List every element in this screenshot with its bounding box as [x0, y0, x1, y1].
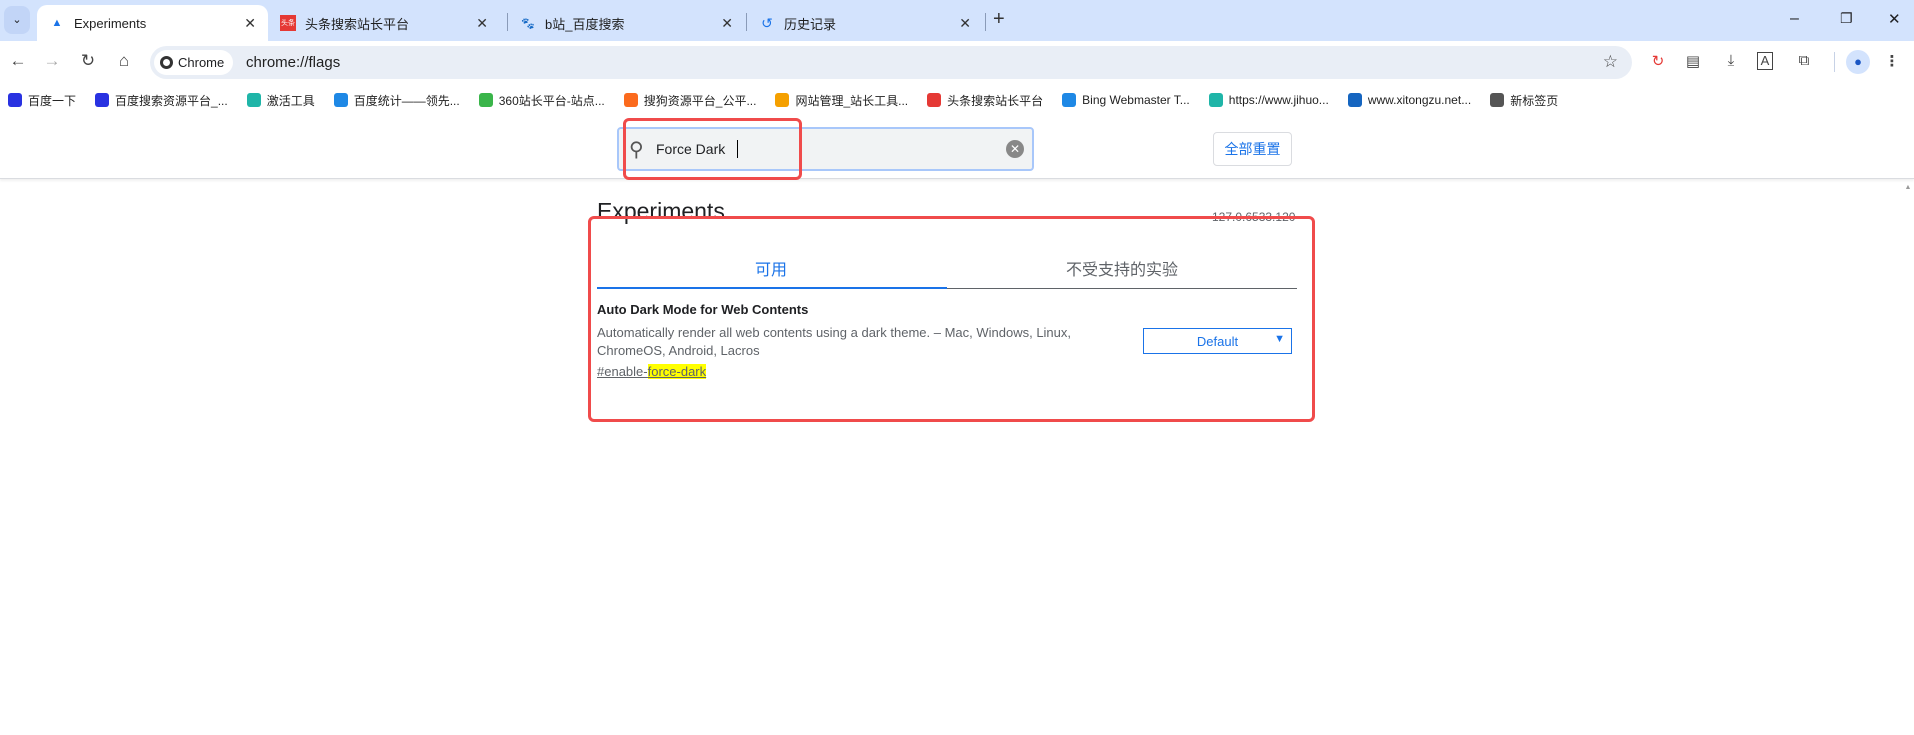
flag-permalink[interactable]: #enable-force-dark [597, 364, 707, 379]
highlight-box-search [623, 118, 802, 180]
url-text[interactable]: chrome://flags [246, 54, 340, 71]
site-info-chip[interactable]: Chrome [154, 50, 234, 75]
menu-icon[interactable]: ⋮ [1882, 52, 1902, 70]
reload-button[interactable]: ↻ [76, 51, 100, 71]
baidu-paw-icon: 🐾 [521, 17, 535, 30]
tab-title: 头条搜索站长平台 [305, 16, 410, 32]
new-tab-button[interactable]: + [993, 8, 1005, 31]
forward-button[interactable]: → [40, 51, 64, 71]
bookmark-label: 网站管理_站长工具... [795, 93, 909, 108]
tab-title: b站_百度搜索 [545, 16, 625, 32]
back-button[interactable]: ← [6, 51, 30, 71]
chevron-down-icon: ▼ [1274, 333, 1285, 345]
bookmark-item[interactable]: 360站长平台-站点... [478, 92, 605, 109]
translate-icon[interactable]: A [1757, 52, 1773, 70]
flask-icon: ▲ [51, 17, 63, 29]
reset-all-button[interactable]: 全部重置 [1213, 132, 1292, 166]
bookmark-item[interactable]: Bing Webmaster T... [1062, 93, 1190, 107]
bookmark-favicon-icon [1347, 93, 1362, 107]
minimize-button[interactable]: – [1790, 10, 1799, 28]
tab-experiments[interactable]: ▲ Experiments ✕ [37, 5, 268, 41]
bookmark-item[interactable]: 头条搜索站长平台 [927, 92, 1043, 109]
chip-label: Chrome [178, 55, 225, 70]
bookmarks-bar: 百度一下 百度搜索资源平台_... 激活工具 百度统计——领先... 360站长平台-站… [0, 85, 1914, 115]
bookmark-item[interactable]: 搜狗资源平台_公平... [623, 92, 757, 109]
bookmark-favicon-icon [1062, 93, 1077, 107]
tab-toutiao[interactable]: 头条 头条搜索站长平台 ✕ [268, 5, 500, 41]
bookmark-label: https://www.jihuo... [1228, 93, 1329, 107]
bookmark-star-icon[interactable]: ☆ [1603, 52, 1618, 72]
extensions-icon[interactable]: ⧉ [1794, 52, 1814, 69]
bookmark-favicon-icon [1490, 93, 1505, 107]
link-match-highlight: force-dark [647, 364, 707, 379]
bookmark-favicon-icon [1208, 93, 1223, 107]
bookmark-item[interactable]: 百度搜索资源平台_... [95, 92, 228, 109]
flag-description: Automatically render all web contents us… [597, 325, 1072, 358]
bookmark-label: www.xitongzu.net... [1367, 93, 1472, 107]
history-icon: ↺ [761, 14, 773, 31]
bookmark-favicon-icon [623, 93, 638, 107]
bookmark-label: 百度一下 [28, 93, 77, 108]
bookmark-item[interactable]: https://www.jihuo... [1208, 93, 1329, 107]
clear-search-icon[interactable]: ✕ [1006, 140, 1024, 158]
scrollbar[interactable]: ▲ [1902, 180, 1914, 735]
flag-state-select[interactable]: Default ▼ [1143, 328, 1292, 354]
bookmark-favicon-icon [775, 93, 790, 107]
flag-title: Auto Dark Mode for Web Contents [597, 302, 809, 317]
tab-title: Experiments [74, 15, 147, 31]
tab-baidu[interactable]: 🐾 b站_百度搜索 ✕ [508, 5, 745, 41]
download-icon[interactable]: ⤓ [1721, 52, 1741, 69]
bookmark-label: 搜狗资源平台_公平... [643, 93, 757, 108]
close-tab-icon[interactable]: ✕ [721, 15, 733, 32]
bookmark-label: 新标签页 [1510, 93, 1559, 108]
bookmark-label: 头条搜索站长平台 [947, 93, 1044, 108]
bookmark-label: Bing Webmaster T... [1082, 93, 1190, 107]
bookmark-label: 360站长平台-站点... [498, 93, 605, 108]
bookmark-item[interactable]: 新标签页 [1490, 92, 1558, 109]
refresh-extension-icon[interactable]: ↻ [1648, 52, 1668, 70]
tab-search-button[interactable]: ⌄ [4, 6, 30, 34]
bookmark-item[interactable]: 百度一下 [8, 92, 76, 109]
bookmark-item[interactable]: www.xitongzu.net... [1347, 93, 1472, 107]
bookmark-item[interactable]: 激活工具 [246, 92, 315, 109]
chrome-logo-icon [160, 56, 173, 69]
bookmark-label: 激活工具 [266, 93, 315, 108]
address-bar[interactable]: Chrome chrome://flags ☆ [150, 46, 1632, 79]
bookmark-favicon-icon [333, 93, 348, 107]
bookmark-item[interactable]: 网站管理_站长工具... [775, 92, 908, 109]
tab-unavailable[interactable]: 不受支持的实验 [1066, 256, 1178, 280]
tab-history[interactable]: ↺ 历史记录 ✕ [747, 5, 983, 41]
select-value: Default [1196, 333, 1239, 349]
tab-title: 历史记录 [784, 16, 837, 32]
bookmark-label: 百度统计——领先... [353, 93, 460, 108]
bookmark-label: 百度搜索资源平台_... [115, 93, 228, 108]
bookmark-favicon-icon [246, 93, 261, 107]
close-window-button[interactable]: ✕ [1888, 10, 1901, 28]
restore-button[interactable]: ❐ [1840, 10, 1853, 27]
home-button[interactable]: ⌂ [112, 51, 136, 71]
scroll-up-icon[interactable]: ▲ [1902, 184, 1914, 191]
highlight-box-results [588, 216, 1315, 422]
close-tab-icon[interactable]: ✕ [476, 15, 488, 32]
close-tab-icon[interactable]: ✕ [244, 15, 256, 32]
link-prefix: #enable- [597, 364, 648, 379]
bookmark-favicon-icon [95, 93, 110, 107]
profile-avatar[interactable]: ● [1846, 50, 1870, 74]
tab-strip: ⌄ ▲ Experiments ✕ 头条 头条搜索站长平台 ✕ 🐾 b站_百度搜… [0, 0, 1914, 41]
bookmark-favicon-icon [478, 93, 493, 107]
close-tab-icon[interactable]: ✕ [959, 15, 971, 32]
bookmark-favicon-icon [8, 93, 22, 107]
reader-icon[interactable]: ▤ [1683, 52, 1703, 70]
toutiao-icon: 头条 [280, 15, 296, 31]
bookmark-favicon-icon [927, 93, 942, 107]
bookmark-item[interactable]: 百度统计——领先... [333, 92, 460, 109]
tab-available[interactable]: 可用 [755, 256, 787, 280]
